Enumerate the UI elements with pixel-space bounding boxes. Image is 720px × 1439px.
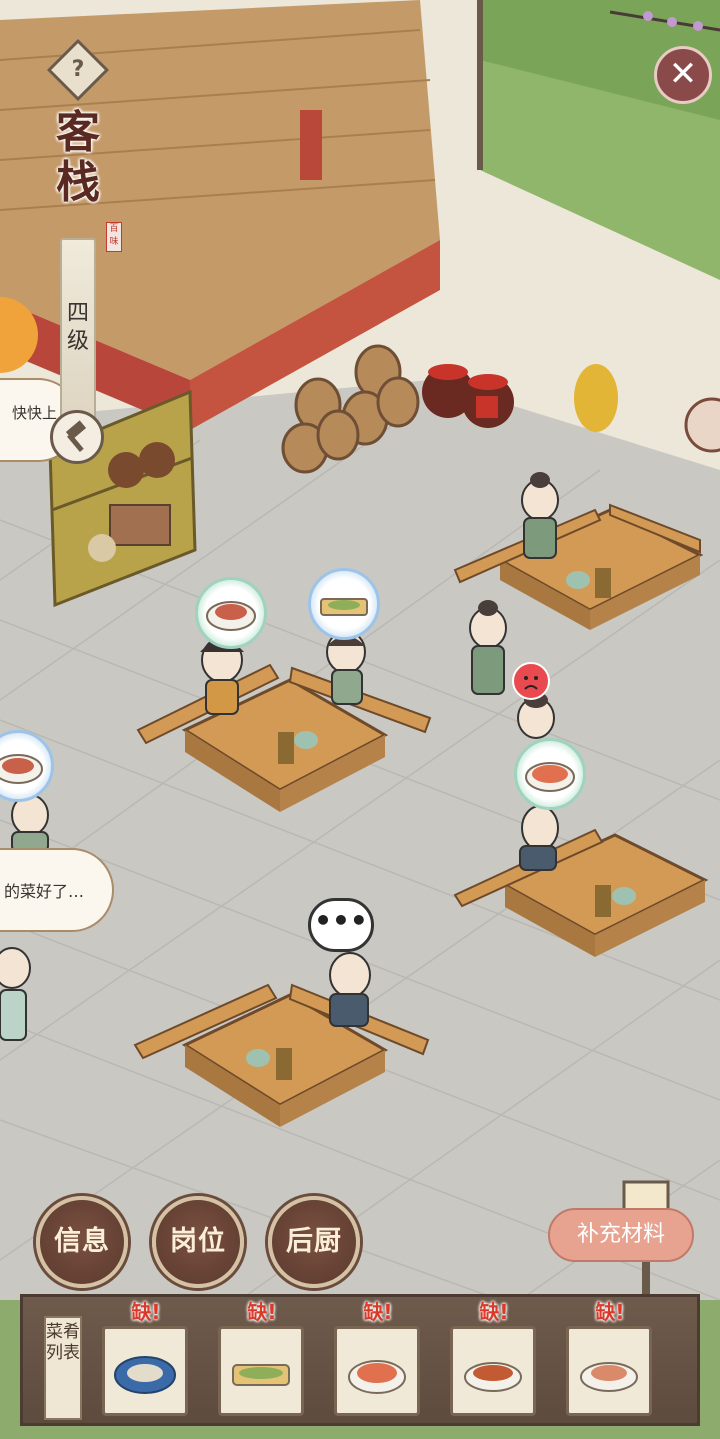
inn-level: 四级 (66, 301, 89, 354)
customer-left-edge (11, 794, 49, 853)
meat-plate-dish-icon (580, 1362, 638, 1392)
customer-man-1 (326, 630, 366, 705)
order-bubble-left (0, 730, 54, 802)
supply-materials-button[interactable]: 补充材料 (548, 1208, 694, 1262)
missing-badge: 缺! (479, 1300, 509, 1324)
order-bubble-soup (514, 738, 586, 810)
soup-bowl-dish-icon (348, 1360, 406, 1394)
customer-old-man-2 (329, 952, 371, 1027)
seal-stamp: 百味 (106, 222, 122, 252)
customer-speech-bubble-2: 的菜好了… (0, 848, 114, 932)
missing-badge: 缺! (363, 1300, 393, 1324)
fish-dish-icon (232, 1364, 290, 1386)
waiter-2 (469, 600, 507, 695)
speech-text-2: 的菜好了… (4, 882, 85, 901)
thinking-bubble: ••• (308, 898, 374, 952)
angry-face-icon (512, 662, 550, 700)
waiter-1 (521, 472, 559, 559)
dish-slot-3[interactable] (334, 1326, 420, 1416)
close-icon: ✕ (668, 54, 698, 94)
info-button[interactable]: 信息 (36, 1196, 128, 1288)
missing-badge: 缺! (131, 1300, 161, 1324)
dish-slot-4[interactable] (450, 1326, 536, 1416)
dish-list-label: 菜肴列表 (44, 1316, 82, 1420)
hammer-icon (65, 420, 87, 452)
speech-text: 快快上 (12, 404, 58, 422)
question-icon: ? (71, 57, 85, 82)
missing-badge: 缺! (595, 1300, 625, 1324)
blue-plate-dish-icon (114, 1356, 176, 1394)
dish-slot-5[interactable] (566, 1326, 652, 1416)
customer-left-edge-2 (0, 947, 31, 1041)
dish-slot-1[interactable] (102, 1326, 188, 1416)
dish-slot-2[interactable] (218, 1326, 304, 1416)
close-button[interactable]: ✕ (654, 46, 712, 104)
hanging-corn (574, 364, 618, 432)
upgrade-button[interactable] (50, 410, 104, 464)
customer-old-man-1 (519, 805, 559, 871)
order-bubble-meat (195, 577, 267, 649)
page-title: 客栈 (56, 107, 100, 208)
kitchen-button[interactable]: 后厨 (268, 1196, 360, 1288)
order-bubble-fish (308, 568, 380, 640)
post-button[interactable]: 岗位 (152, 1196, 244, 1288)
braised-pork-dish-icon (464, 1362, 522, 1392)
missing-badge: 缺! (247, 1300, 277, 1324)
